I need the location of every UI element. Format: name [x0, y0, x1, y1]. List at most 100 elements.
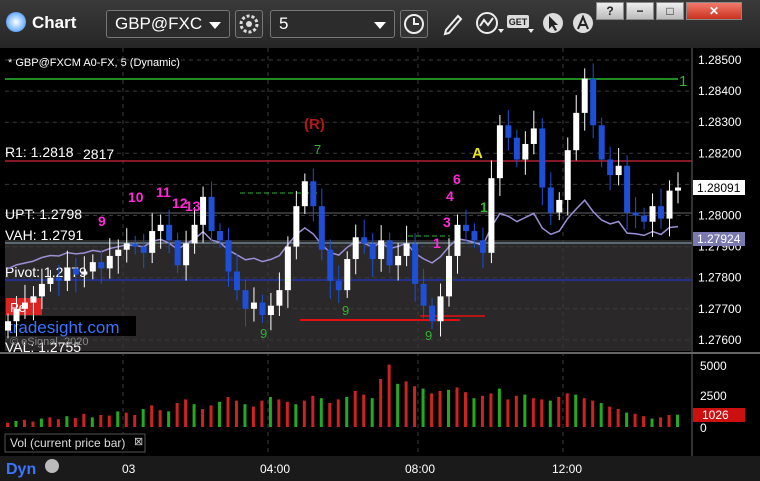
- symbol-value: GBP@FXC: [115, 14, 203, 33]
- candle-body: [471, 231, 478, 241]
- candle-body: [641, 215, 648, 222]
- candle-body: [13, 308, 20, 322]
- r1-label: R1: 1.2818: [5, 144, 74, 160]
- get-button[interactable]: GET: [506, 10, 534, 38]
- setup-9b: 9: [260, 326, 267, 341]
- chevron-down-icon: [374, 22, 386, 29]
- candle-body: [47, 277, 54, 284]
- time-axis: [0, 456, 760, 481]
- candle-body: [462, 224, 469, 232]
- time-button[interactable]: [400, 10, 428, 38]
- volume-bar: [353, 391, 357, 427]
- last-price-label: 1.28091: [697, 181, 741, 195]
- price-tick: 1.28300: [698, 115, 742, 129]
- interval-select[interactable]: 5: [270, 10, 395, 38]
- volume-bar: [565, 393, 569, 427]
- volume-bar: [184, 399, 188, 427]
- status-lock-icon[interactable]: [45, 459, 59, 473]
- last-volume-label: 1026: [702, 408, 729, 422]
- volume-bar: [345, 397, 349, 427]
- volume-bar: [6, 422, 9, 427]
- maximize-button[interactable]: □: [656, 2, 684, 20]
- volume-bar: [116, 411, 120, 427]
- candle-body: [183, 243, 190, 266]
- symbol-select[interactable]: GBP@FXC: [106, 10, 230, 38]
- draw-button[interactable]: [440, 10, 468, 38]
- volume-bar: [14, 421, 18, 427]
- volume-bar: [421, 388, 425, 427]
- volume-bar: [387, 364, 391, 427]
- price-tick: 1.28200: [698, 146, 742, 160]
- volume-bar: [608, 406, 612, 427]
- volume-bar: [319, 398, 323, 427]
- close-button[interactable]: ✕: [686, 2, 742, 20]
- candle-body: [217, 231, 224, 241]
- candle-body: [573, 112, 580, 151]
- volume-bar: [65, 416, 69, 427]
- time-tick-03: 03: [122, 462, 136, 476]
- candle-body: [5, 321, 11, 331]
- volume-bar: [107, 415, 111, 427]
- volume-bar: [447, 389, 451, 427]
- candle-body: [191, 224, 198, 244]
- vol-tick-5000: 5000: [700, 359, 727, 373]
- clock-icon: [404, 14, 424, 34]
- volume-bar: [209, 405, 213, 427]
- studies-button[interactable]: [474, 10, 504, 38]
- volume-bar: [379, 379, 383, 427]
- volume-bar: [548, 400, 552, 427]
- volume-bar: [557, 397, 561, 427]
- candle-body: [157, 224, 164, 232]
- toolbar: Chart GBP@FXC 5 GET ? − □ ✕: [0, 0, 760, 49]
- candle-body: [38, 283, 45, 297]
- volume-bar: [39, 418, 43, 427]
- alert-button[interactable]: [570, 10, 598, 38]
- candle-body: [233, 271, 240, 291]
- volume-bar: [463, 392, 467, 427]
- green-one-marker-2: 1: [480, 199, 488, 215]
- candle-body: [106, 255, 113, 269]
- vah-label: VAH: 1.2791: [5, 227, 84, 243]
- candle-body: [30, 296, 37, 303]
- volume-bar: [201, 409, 205, 427]
- green-one-marker: 1: [679, 73, 687, 90]
- volume-bar: [192, 404, 196, 427]
- volume-bar: [430, 393, 434, 427]
- candle-body: [225, 240, 232, 272]
- volume-bar: [472, 398, 476, 427]
- time-tick-1200: 12:00: [552, 462, 582, 476]
- volume-bar: [302, 400, 306, 427]
- candle-body: [89, 262, 96, 272]
- volume-bar: [413, 386, 417, 427]
- price-tick: 1.28000: [698, 209, 742, 223]
- candle-body: [675, 187, 681, 191]
- candle-body: [420, 283, 427, 306]
- volume-bar: [277, 399, 281, 427]
- candle-body: [412, 243, 419, 284]
- settings-button[interactable]: [235, 10, 263, 38]
- candle-body: [378, 240, 385, 260]
- candle-body: [123, 243, 130, 250]
- candle-body: [590, 78, 597, 126]
- candle-body: [361, 237, 368, 244]
- price-chart[interactable]: * GBP@FXCM A0-FX, 5 (Dynamic) R1: 1.2818…: [0, 48, 760, 481]
- volume-legend-close[interactable]: ⊠: [134, 436, 143, 448]
- cursor-button[interactable]: [540, 10, 568, 38]
- candle-body: [564, 150, 571, 200]
- minimize-button[interactable]: −: [626, 2, 654, 20]
- candle-body: [666, 190, 673, 219]
- volume-bar: [133, 415, 137, 427]
- volume-bar: [22, 419, 26, 427]
- volume-bar: [158, 410, 162, 427]
- candle-body: [488, 178, 495, 253]
- help-button[interactable]: ?: [596, 2, 624, 20]
- chart-header: * GBP@FXCM A0-FX, 5 (Dynamic): [8, 57, 180, 69]
- volume-bar: [328, 403, 332, 427]
- candle-body: [454, 224, 461, 256]
- r-marker: (R): [304, 116, 325, 133]
- volume-bar: [650, 418, 654, 427]
- candle-body: [658, 206, 665, 219]
- candle-body: [335, 280, 342, 291]
- volume-bar: [362, 394, 366, 427]
- volume-bar: [175, 403, 179, 427]
